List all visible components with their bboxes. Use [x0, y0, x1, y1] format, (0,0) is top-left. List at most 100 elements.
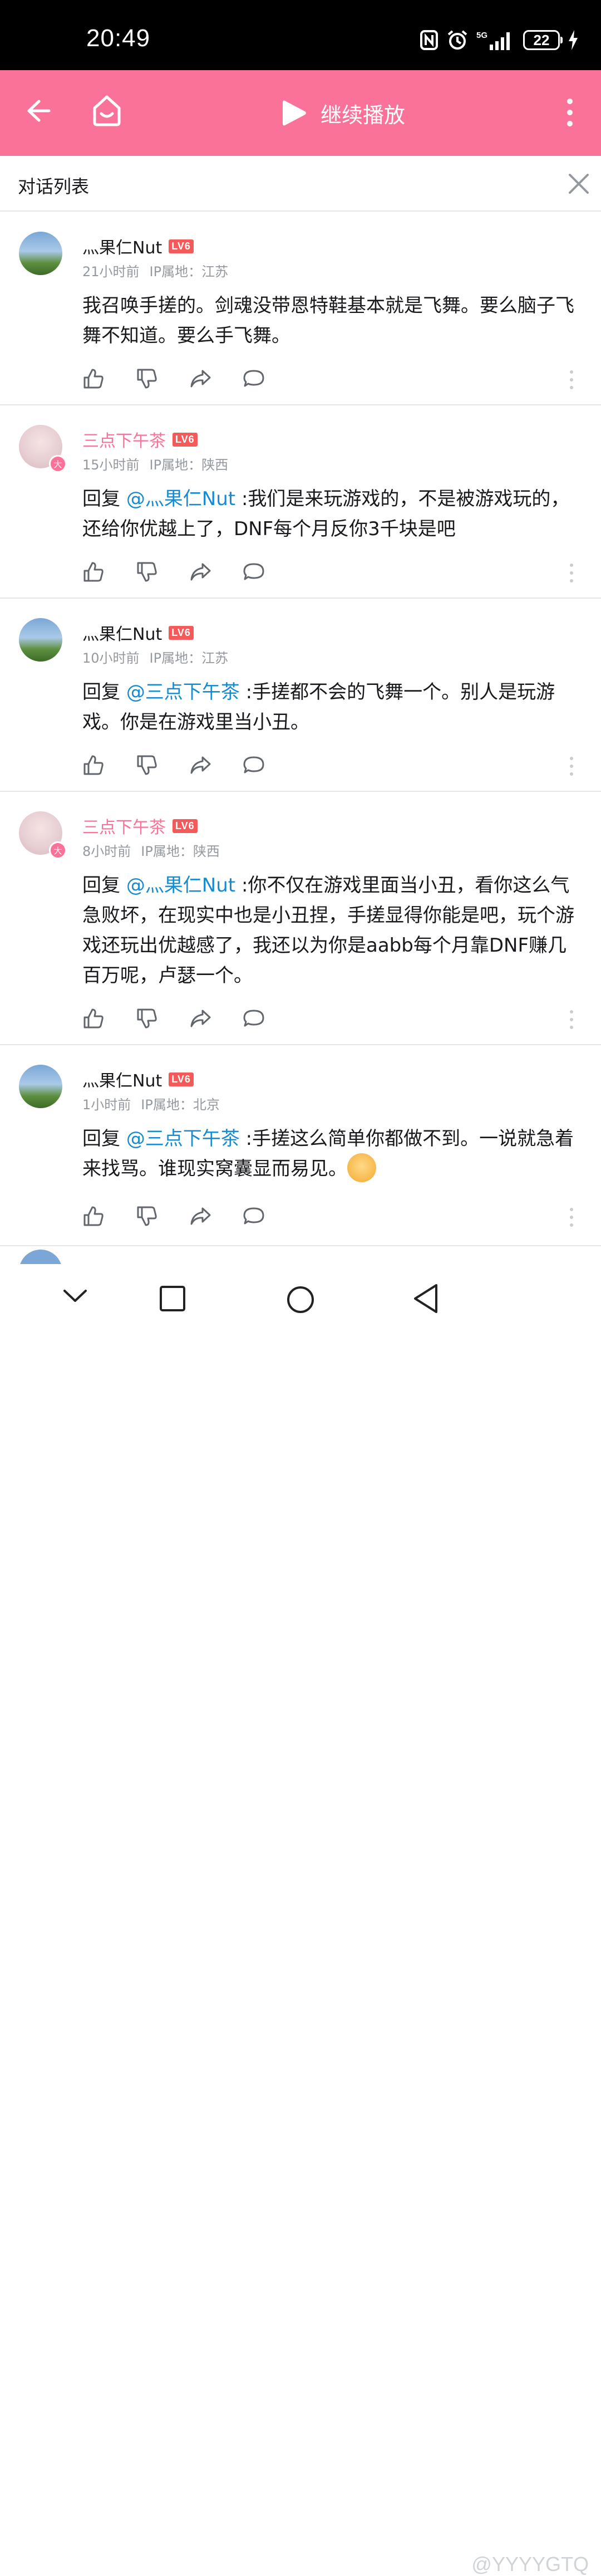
vip-badge-icon: 大	[49, 841, 67, 859]
comment-item: 大 三点下午茶 LV6 15小时前 IP属地：陕西 回复 @灬果仁Nut :我们是…	[0, 406, 601, 599]
username[interactable]: 三点下午茶	[82, 814, 166, 838]
mention-link[interactable]: @灬果仁Nut	[126, 874, 235, 897]
chevron-down-icon[interactable]	[62, 1287, 88, 1304]
reply-prefix: 回复	[82, 681, 126, 703]
username[interactable]: 灬果仁Nut	[82, 1067, 162, 1091]
partial-comment-item	[0, 1247, 601, 1264]
nfc-icon	[420, 30, 438, 50]
dislike-icon[interactable]	[136, 754, 158, 776]
comment-time: 1小时前	[82, 1097, 131, 1113]
level-badge: LV6	[169, 1072, 194, 1086]
level-badge: LV6	[173, 432, 198, 447]
comment-body: 我召唤手搓的。剑魂没带恩特鞋基本就是飞舞。要么脑子飞舞不知道。要么手飞舞。	[82, 295, 574, 347]
mention-link[interactable]: @三点下午茶	[126, 1128, 240, 1150]
reply-prefix: 回复	[82, 874, 126, 897]
ip-location: IP属地：北京	[141, 1097, 220, 1113]
comment-actions	[82, 1007, 265, 1030]
continue-play-label: 继续播放	[321, 102, 406, 128]
mention-link[interactable]: @灬果仁Nut	[126, 488, 235, 510]
status-bar: 20:49 5G 22	[0, 0, 601, 70]
close-icon[interactable]	[568, 173, 590, 195]
more-options-icon[interactable]	[569, 1206, 574, 1228]
dislike-icon[interactable]	[136, 561, 158, 583]
more-options-icon[interactable]	[569, 1008, 574, 1031]
username[interactable]: 灬果仁Nut	[82, 620, 162, 645]
dislike-icon[interactable]	[136, 1007, 158, 1030]
like-icon[interactable]	[82, 754, 105, 776]
comment-text: 回复 @三点下午茶 :手搓这么简单你都做不到。一说就急着来找骂。谁现实窝囊显而易…	[82, 1124, 583, 1184]
like-icon[interactable]	[82, 1007, 105, 1030]
share-icon[interactable]	[189, 1205, 211, 1227]
comment-bubble-icon[interactable]	[243, 1205, 265, 1227]
network-label: 5G	[476, 31, 487, 40]
comment-text: 回复 @三点下午茶 :手搓都不会的飞舞一个。别人是玩游戏。你是在游戏里当小丑。	[82, 677, 583, 737]
home-circle-icon[interactable]	[286, 1285, 315, 1314]
mention-link[interactable]: @三点下午茶	[126, 681, 240, 703]
share-icon[interactable]	[189, 368, 211, 390]
comment-text: 我召唤手搓的。剑魂没带恩特鞋基本就是飞舞。要么脑子飞舞不知道。要么手飞舞。	[82, 291, 583, 351]
status-time: 20:49	[86, 25, 151, 52]
dialog-panel-header: 对话列表	[0, 156, 601, 212]
home-icon[interactable]	[91, 94, 122, 127]
system-navigation-bar: @YYYYGTQ	[0, 1264, 601, 2575]
level-badge: LV6	[173, 819, 198, 833]
reply-prefix: 回复	[82, 488, 126, 510]
back-arrow-icon[interactable]	[26, 98, 51, 124]
ip-location: IP属地：陕西	[141, 844, 220, 859]
level-badge: LV6	[169, 625, 194, 640]
more-vertical-icon[interactable]	[565, 96, 574, 129]
back-triangle-icon[interactable]	[412, 1283, 440, 1314]
dislike-icon[interactable]	[136, 368, 158, 390]
username[interactable]: 灬果仁Nut	[82, 234, 162, 258]
comment-actions	[82, 561, 265, 583]
avatar[interactable]	[19, 232, 62, 275]
comment-meta: 10小时前 IP属地：江苏	[82, 647, 238, 667]
avatar	[19, 1250, 62, 1264]
level-badge: LV6	[169, 239, 194, 253]
dislike-icon[interactable]	[136, 1205, 158, 1227]
avatar[interactable]	[19, 1065, 62, 1108]
play-icon	[283, 100, 306, 126]
more-options-icon[interactable]	[569, 755, 574, 777]
comment-item: 大 三点下午茶 LV6 8小时前 IP属地：陕西 回复 @灬果仁Nut :你不仅在…	[0, 792, 601, 1045]
panel-title: 对话列表	[18, 176, 90, 197]
comment-meta: 15小时前 IP属地：陕西	[82, 454, 238, 473]
share-icon[interactable]	[189, 561, 211, 583]
share-icon[interactable]	[189, 1007, 211, 1030]
recent-apps-icon[interactable]	[159, 1285, 186, 1312]
comment-text: 回复 @灬果仁Nut :我们是来玩游戏的，不是被游戏玩的，还给你优越上了，DNF…	[82, 484, 583, 544]
ip-location: IP属地：陕西	[149, 457, 229, 473]
comment-text: 回复 @灬果仁Nut :你不仅在游戏里面当小丑，看你这么气急败坏，在现实中也是小…	[82, 870, 583, 991]
share-icon[interactable]	[189, 754, 211, 776]
signal-icon: 5G	[476, 31, 510, 50]
comment-actions	[82, 754, 265, 776]
vip-badge-icon: 大	[49, 455, 67, 473]
status-icons: 5G 22	[420, 27, 579, 53]
reply-prefix: 回复	[82, 1128, 126, 1150]
avatar[interactable]	[19, 618, 62, 662]
ip-location: IP属地：江苏	[149, 650, 229, 666]
continue-play-button[interactable]: 继续播放	[282, 95, 405, 131]
comment-bubble-icon[interactable]	[243, 561, 265, 583]
username[interactable]: 三点下午茶	[82, 427, 166, 452]
battery-indicator: 22	[523, 30, 563, 50]
comment-meta: 1小时前 IP属地：北京	[82, 1094, 230, 1113]
comment-item: 灬果仁Nut LV6 21小时前 IP属地：江苏 我召唤手搓的。剑魂没带恩特鞋基本…	[0, 213, 601, 405]
like-icon[interactable]	[82, 368, 105, 390]
comment-item: 灬果仁Nut LV6 10小时前 IP属地：江苏 回复 @三点下午茶 :手搓都不会…	[0, 599, 601, 792]
more-options-icon[interactable]	[569, 369, 574, 391]
app-bar: 继续播放	[0, 70, 601, 156]
comment-time: 8小时前	[82, 844, 131, 859]
comment-meta: 21小时前 IP属地：江苏	[82, 261, 238, 280]
comment-bubble-icon[interactable]	[243, 1007, 265, 1030]
charging-icon	[569, 30, 578, 50]
comment-item: 灬果仁Nut LV6 1小时前 IP属地：北京 回复 @三点下午茶 :手搓这么简单…	[0, 1046, 601, 1246]
like-icon[interactable]	[82, 1205, 105, 1227]
comment-bubble-icon[interactable]	[243, 754, 265, 776]
emoji-icon	[347, 1153, 376, 1182]
comment-bubble-icon[interactable]	[243, 368, 265, 390]
comment-actions	[82, 1205, 265, 1227]
more-options-icon[interactable]	[569, 562, 574, 584]
alarm-icon	[447, 30, 467, 50]
like-icon[interactable]	[82, 561, 105, 583]
